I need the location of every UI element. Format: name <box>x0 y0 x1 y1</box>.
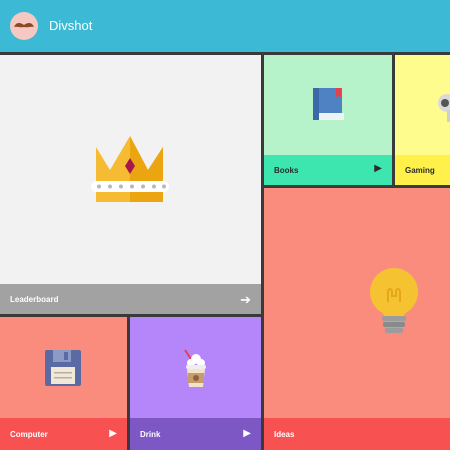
tile-computer-label: Computer <box>10 430 48 439</box>
crown-icon <box>0 55 261 284</box>
tile-drink[interactable]: Drink ▶ <box>130 317 261 450</box>
tile-books-label: Books <box>274 166 299 175</box>
tile-books-bar: Books ▶ <box>264 155 392 185</box>
arrow-right-icon[interactable]: ➔ <box>240 293 251 306</box>
play-icon[interactable]: ▶ <box>374 164 382 174</box>
tile-leaderboard-bar: Leaderboard ➔ <box>0 284 261 314</box>
tile-leaderboard[interactable]: Leaderboard ➔ <box>0 55 261 314</box>
tile-computer-bar: Computer ▶ <box>0 418 127 450</box>
tile-computer[interactable]: Computer ▶ <box>0 317 127 450</box>
tile-books[interactable]: Books ▶ <box>264 55 392 185</box>
book-icon <box>264 55 392 155</box>
app-title: Divshot <box>49 18 93 33</box>
mustache-avatar-icon[interactable] <box>10 12 38 40</box>
tile-leaderboard-label: Leaderboard <box>10 295 59 304</box>
tile-drink-bar: Drink ▶ <box>130 418 261 450</box>
tile-gaming[interactable]: Gaming <box>395 55 450 185</box>
tile-ideas-label: Ideas <box>274 430 295 439</box>
play-icon[interactable]: ▶ <box>109 429 117 439</box>
lightbulb-icon <box>264 188 450 418</box>
floppy-disk-icon <box>0 317 127 418</box>
game-controller-icon <box>395 55 450 155</box>
app-page: Divshot Leaderboard ➔ Books ▶ Gaming Ide… <box>0 0 450 450</box>
tile-gaming-label: Gaming <box>405 166 435 175</box>
app-header: Divshot <box>0 0 450 52</box>
tile-gaming-bar: Gaming <box>395 155 450 185</box>
play-icon[interactable]: ▶ <box>243 429 251 439</box>
milkshake-icon <box>130 317 261 418</box>
tile-ideas-bar: Ideas <box>264 418 450 450</box>
tile-ideas[interactable]: Ideas <box>264 188 450 450</box>
tile-drink-label: Drink <box>140 430 161 439</box>
